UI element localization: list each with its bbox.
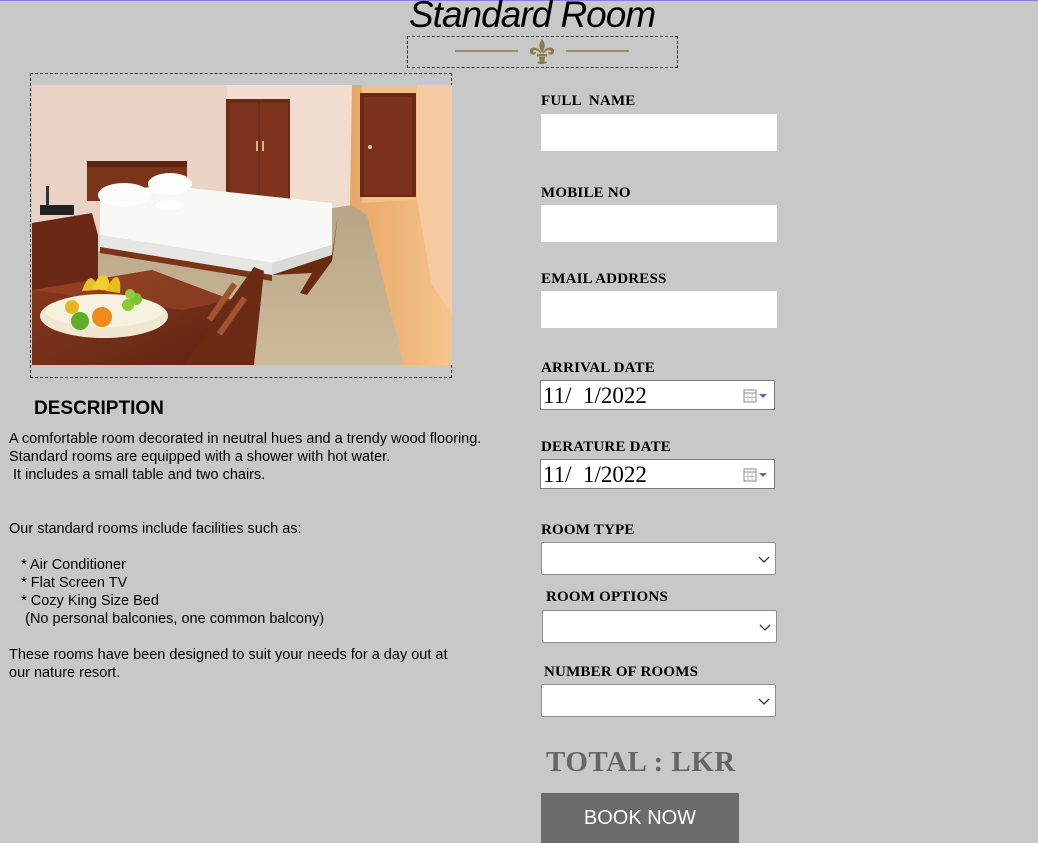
mobile-no-label: MOBILE NO <box>541 185 631 201</box>
number-of-rooms-select[interactable] <box>541 684 776 717</box>
description-heading: DESCRIPTION <box>34 398 164 419</box>
room-photo-frame <box>30 73 452 378</box>
email-label: EMAIL ADDRESS <box>541 271 667 287</box>
page-title: Standard Room <box>409 0 656 35</box>
chevron-down-icon <box>759 624 771 631</box>
full-name-label: FULL NAME <box>541 93 636 109</box>
number-of-rooms-label: NUMBER OF ROOMS <box>544 664 699 680</box>
calendar-dropdown-icon[interactable] <box>742 467 768 483</box>
description-paragraph: A comfortable room decorated in neutral … <box>9 431 482 483</box>
room-options-select[interactable] <box>542 610 777 643</box>
departure-date-input[interactable]: 11/ 1/2022 <box>540 459 775 489</box>
facilities-intro: Our standard rooms include facilities su… <box>9 521 302 537</box>
total-price-label: TOTAL : LKR <box>546 746 736 778</box>
arrival-date-value: 11/ 1/2022 <box>543 383 647 408</box>
book-now-button[interactable]: BOOK NOW <box>541 793 739 843</box>
calendar-dropdown-icon[interactable] <box>742 388 768 404</box>
departure-date-label: DERATURE DATE <box>541 439 671 455</box>
chevron-down-icon <box>758 556 770 563</box>
email-input[interactable] <box>541 291 777 328</box>
chevron-down-icon <box>758 698 770 705</box>
departure-date-value: 11/ 1/2022 <box>543 462 647 487</box>
arrival-date-label: ARRIVAL DATE <box>541 360 655 376</box>
mobile-no-input[interactable] <box>541 205 777 242</box>
full-name-input[interactable] <box>541 114 777 151</box>
arrival-date-input[interactable]: 11/ 1/2022 <box>540 380 775 410</box>
room-type-select[interactable] <box>541 542 776 575</box>
fleur-de-lis-divider-icon <box>455 39 629 64</box>
facilities-list: * Air Conditioner * Flat Screen TV * Coz… <box>21 557 325 627</box>
description-closing: These rooms have been designed to suit y… <box>9 647 448 681</box>
room-options-label: ROOM OPTIONS <box>546 589 668 605</box>
title-ornament <box>407 36 678 68</box>
room-photo <box>32 85 452 365</box>
room-type-label: ROOM TYPE <box>541 522 635 538</box>
